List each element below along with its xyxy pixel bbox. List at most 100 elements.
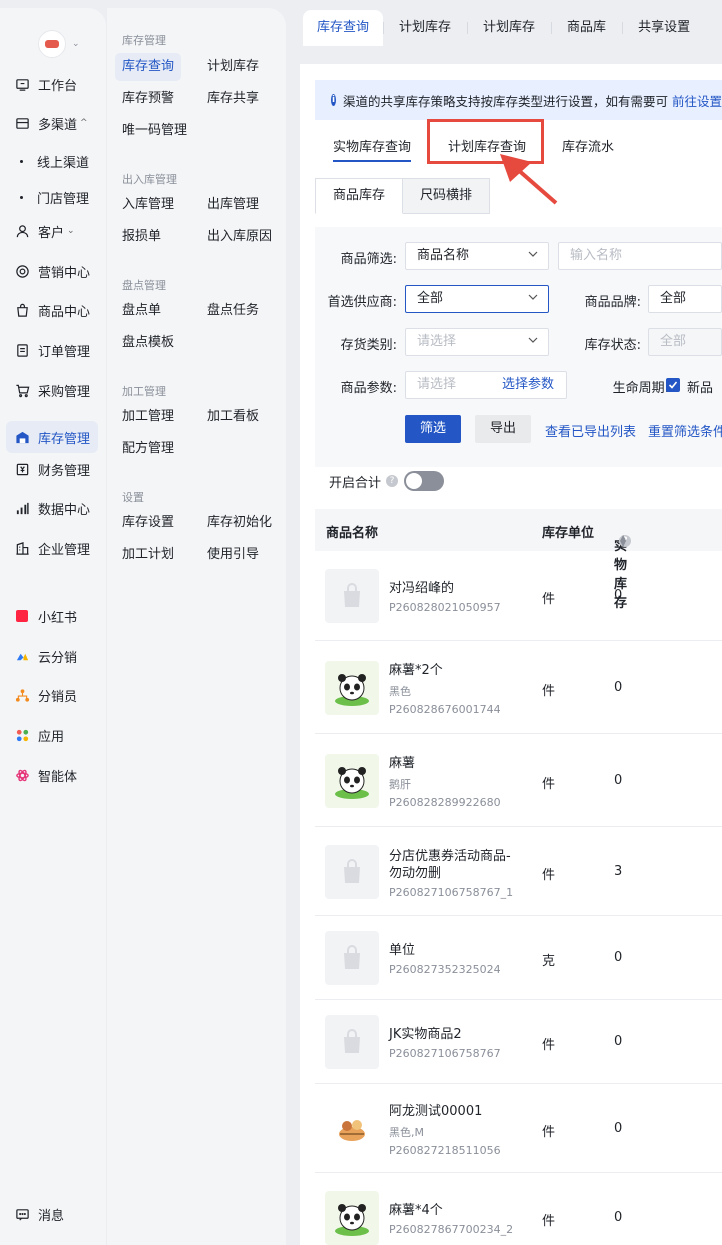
account-switcher[interactable]: ⌄ xyxy=(38,30,80,58)
subnav-item-io-reason[interactable]: 出入库原因 xyxy=(207,223,272,251)
subnav-item-guide[interactable]: 使用引导 xyxy=(207,541,259,569)
notice-settings-link[interactable]: 前往设置 xyxy=(672,91,722,110)
product-name[interactable]: JK实物商品2 xyxy=(389,1026,519,1043)
product-thumbnail[interactable] xyxy=(325,1101,379,1156)
tab-share-settings[interactable]: 共享设置 xyxy=(622,10,706,46)
tab-physical-stock-query[interactable]: 实物库存查询 xyxy=(333,136,412,162)
lifecycle-new-checkbox[interactable] xyxy=(666,378,680,392)
product-name[interactable]: 阿龙测试00001 xyxy=(389,1103,519,1120)
subnav-item-stock-share[interactable]: 库存共享 xyxy=(207,85,259,113)
subnav-item-stock-settings[interactable]: 库存设置 xyxy=(122,509,174,537)
product-thumbnail[interactable] xyxy=(325,844,379,899)
product-thumbnail[interactable] xyxy=(325,753,379,808)
nav-label: 营销中心 xyxy=(38,265,91,281)
subnav-item-count-sheet[interactable]: 盘点单 xyxy=(122,297,161,325)
name-search-input[interactable]: 输入名称 xyxy=(558,242,722,270)
nav-item-customer[interactable]: 客户 ⌄ xyxy=(14,217,98,245)
product-name[interactable]: 麻薯 xyxy=(389,755,519,772)
order-icon xyxy=(14,342,30,358)
nav-item-online-channel[interactable]: 线上渠道 xyxy=(20,147,104,175)
nav-item-products[interactable]: 商品中心 xyxy=(14,296,98,324)
tab-size-horizontal[interactable]: 尺码横排 xyxy=(403,178,491,214)
help-icon[interactable]: ? xyxy=(386,475,399,487)
stock-type-select[interactable]: 请选择 xyxy=(405,328,549,356)
subnav-item-processing[interactable]: 加工管理 xyxy=(122,403,174,431)
subnav-item-unique-code[interactable]: 唯一码管理 xyxy=(122,117,187,145)
subnav-item-count-task[interactable]: 盘点任务 xyxy=(207,297,259,325)
exported-list-link[interactable]: 查看已导出列表 xyxy=(545,421,636,440)
subnav-item-processing-board[interactable]: 加工看板 xyxy=(207,403,259,431)
product-thumbnail[interactable] xyxy=(325,931,379,985)
avatar[interactable] xyxy=(38,30,66,58)
table-row[interactable]: 阿龙测试00001 黑色,M P260827218511056 件 0 xyxy=(315,1084,722,1173)
product-name[interactable]: 分店优惠券活动商品-勿动勿删 xyxy=(389,848,519,882)
nav-item-multichannel[interactable]: 多渠道 ^ xyxy=(14,109,98,137)
nav-item-cloud-distribution[interactable]: 云分销 xyxy=(14,642,98,670)
product-thumbnail[interactable] xyxy=(325,660,379,715)
nav-item-workbench[interactable]: 工作台 xyxy=(14,70,98,98)
table-row[interactable]: 麻薯 鹅肝 P260828289922680 件 0 xyxy=(315,734,722,827)
subnav-item-stock-query[interactable]: 库存查询 xyxy=(115,53,182,81)
nav-item-store-management[interactable]: 门店管理 xyxy=(20,183,104,211)
tab-planned-stock[interactable]: 计划库存 xyxy=(383,10,467,46)
brand-select[interactable]: 全部 xyxy=(648,285,722,313)
tab-stock-flow[interactable]: 库存流水 xyxy=(562,136,614,162)
chevron-down-icon xyxy=(528,286,538,312)
export-button[interactable]: 导出 xyxy=(475,415,531,443)
product-name[interactable]: 麻薯*4个 xyxy=(389,1202,519,1219)
stock-status-select: 全部 xyxy=(648,328,722,356)
table-row[interactable]: 单位 P260827352325024 克 0 xyxy=(315,916,722,1000)
product-name[interactable]: 单位 xyxy=(389,942,519,959)
table-row[interactable]: 分店优惠券活动商品-勿动勿删 P260827106758767_1 件 3 xyxy=(315,827,722,916)
table-row[interactable]: 对冯绍峰的 P260828021050957 件 0 xyxy=(315,551,722,641)
product-name[interactable]: 对冯绍峰的 xyxy=(389,580,519,597)
subnav-item-inbound[interactable]: 入库管理 xyxy=(122,191,174,219)
product-thumbnail[interactable] xyxy=(325,1191,379,1245)
subnav-item-stock-alert[interactable]: 库存预警 xyxy=(122,85,174,113)
physical-stock: 0 xyxy=(614,1120,623,1136)
subnav-item-count-template[interactable]: 盘点模板 xyxy=(122,329,174,357)
nav-item-agent[interactable]: 智能体 xyxy=(14,761,98,789)
nav-item-finance[interactable]: 财务管理 xyxy=(14,455,98,483)
nav-item-marketing[interactable]: 营销中心 xyxy=(14,257,98,285)
nav-item-apps[interactable]: 应用 xyxy=(14,721,98,749)
filter-panel: 商品筛选: 商品名称 输入名称 首选供应商: 全部 商品品牌: 全部 存货类别:… xyxy=(315,227,722,467)
subnav-item-planned-stock[interactable]: 计划库存 xyxy=(207,53,259,81)
subnav-item-outbound[interactable]: 出库管理 xyxy=(207,191,259,219)
select-param-link[interactable]: 选择参数 xyxy=(502,372,554,398)
tab-planned-stock-2[interactable]: 计划库存 xyxy=(467,10,551,46)
product-thumbnail[interactable] xyxy=(325,1015,379,1069)
product-thumbnail[interactable] xyxy=(325,569,379,623)
info-icon: i xyxy=(331,94,336,106)
product-name[interactable]: 麻薯*2个 xyxy=(389,662,519,679)
nav-item-messages[interactable]: 消息 xyxy=(14,1200,98,1228)
subnav-item-recipe[interactable]: 配方管理 xyxy=(122,435,174,463)
reset-filter-link[interactable]: 重置筛选条件 xyxy=(648,421,722,440)
nav-item-inventory[interactable]: 库存管理 xyxy=(6,421,98,453)
sort-icon[interactable]: ▲ ▼ xyxy=(620,534,626,548)
physical-stock: 0 xyxy=(614,950,623,965)
nav-item-xiaohongshu[interactable]: 小红书 xyxy=(14,602,98,630)
tab-stock-query[interactable]: 库存查询 xyxy=(303,10,384,46)
subnav-item-processing-plan[interactable]: 加工计划 xyxy=(122,541,174,569)
nav-item-data-center[interactable]: 数据中心 xyxy=(14,494,98,522)
table-row[interactable]: 麻薯*4个 P260827867700234_2 件 0 xyxy=(315,1173,722,1245)
cloud-distribution-icon xyxy=(14,648,30,664)
nav-item-orders[interactable]: 订单管理 xyxy=(14,336,98,364)
select-value: 全部 xyxy=(417,291,444,306)
nav-item-enterprise[interactable]: 企业管理 xyxy=(14,534,98,562)
summary-toggle[interactable] xyxy=(404,471,445,491)
table-row[interactable]: JK实物商品2 P260827106758767 件 0 xyxy=(315,1000,722,1084)
nav-item-distributor[interactable]: 分销员 xyxy=(14,681,98,709)
subnav-item-loss-report[interactable]: 报损单 xyxy=(122,223,161,251)
table-row[interactable]: 麻薯*2个 黑色 P260828676001744 件 0 xyxy=(315,641,722,734)
tab-product-stock[interactable]: 商品库存 xyxy=(315,178,404,214)
bag-icon xyxy=(14,302,30,318)
filter-button[interactable]: 筛选 xyxy=(405,415,461,443)
param-select[interactable]: 请选择 选择参数 xyxy=(405,371,567,399)
product-filter-select[interactable]: 商品名称 xyxy=(405,242,549,270)
nav-item-purchasing[interactable]: 采购管理 xyxy=(14,376,98,404)
subnav-item-stock-init[interactable]: 库存初始化 xyxy=(207,509,272,537)
supplier-select[interactable]: 全部 xyxy=(405,285,549,313)
tab-product-library[interactable]: 商品库 xyxy=(551,10,622,46)
